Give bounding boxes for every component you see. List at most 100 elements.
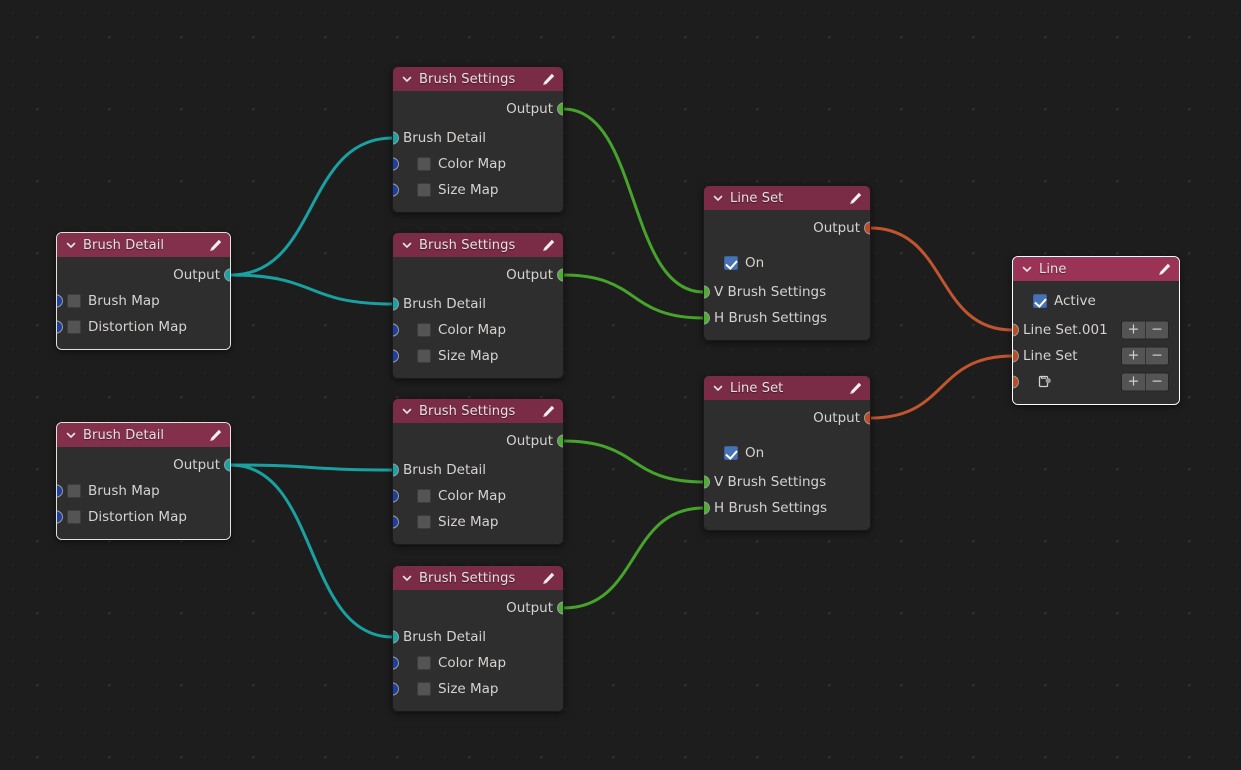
plus-button[interactable]: + bbox=[1122, 348, 1145, 365]
node-toggle-row-active[interactable]: Active bbox=[1013, 288, 1179, 314]
output-socket-green[interactable] bbox=[557, 103, 564, 116]
node-input-row-distortion-map[interactable]: Distortion Map bbox=[57, 314, 230, 340]
stepper-new-line-set[interactable]: + − bbox=[1121, 373, 1169, 392]
node-brush-settings-1[interactable]: Brush Settings Output Brush Detail Color… bbox=[392, 66, 564, 213]
chevron-down-icon[interactable] bbox=[401, 239, 413, 251]
node-input-row-new-line-set[interactable]: + − bbox=[1013, 369, 1179, 395]
input-socket-green[interactable] bbox=[703, 286, 710, 299]
input-socket-blue[interactable] bbox=[392, 683, 399, 696]
plus-button[interactable]: + bbox=[1122, 374, 1145, 391]
pencil-icon[interactable] bbox=[541, 72, 556, 87]
chevron-down-icon[interactable] bbox=[65, 429, 77, 441]
node-input-row-brush-map[interactable]: Brush Map bbox=[57, 478, 230, 504]
node-output-row[interactable]: Output bbox=[393, 262, 563, 288]
input-socket-blue[interactable] bbox=[392, 324, 399, 337]
checkbox-distortion-map[interactable] bbox=[67, 510, 81, 524]
pencil-icon[interactable] bbox=[541, 238, 556, 253]
node-input-row-brush-detail[interactable]: Brush Detail bbox=[393, 125, 563, 151]
input-socket-orange[interactable] bbox=[1012, 350, 1019, 363]
input-socket-blue[interactable] bbox=[392, 490, 399, 503]
node-input-row-size-map[interactable]: Size Map bbox=[393, 343, 563, 369]
stepper-line-set-001[interactable]: + − bbox=[1121, 321, 1169, 340]
node-input-row-brush-detail[interactable]: Brush Detail bbox=[393, 457, 563, 483]
input-socket-teal[interactable] bbox=[392, 631, 399, 644]
output-socket-orange[interactable] bbox=[864, 222, 871, 235]
minus-button[interactable]: − bbox=[1145, 374, 1168, 391]
pencil-icon[interactable] bbox=[208, 428, 223, 443]
output-socket-orange[interactable] bbox=[864, 412, 871, 425]
node-brush-settings-3[interactable]: Brush Settings Output Brush Detail Color… bbox=[392, 398, 564, 545]
node-brush-detail-2[interactable]: Brush Detail Output Brush Map Distortion… bbox=[56, 422, 231, 540]
node-input-row-h-brush-settings[interactable]: H Brush Settings bbox=[704, 305, 870, 331]
checkbox-size-map[interactable] bbox=[417, 682, 431, 696]
input-socket-blue[interactable] bbox=[392, 158, 399, 171]
checkbox-brush-map[interactable] bbox=[67, 294, 81, 308]
chevron-down-icon[interactable] bbox=[401, 572, 413, 584]
checkbox-on[interactable] bbox=[724, 446, 738, 460]
node-output-row[interactable]: Output bbox=[704, 405, 870, 431]
node-input-row-distortion-map[interactable]: Distortion Map bbox=[57, 504, 230, 530]
node-line[interactable]: Line Active Line Set.001 + − bbox=[1012, 256, 1180, 405]
input-socket-blue[interactable] bbox=[392, 184, 399, 197]
node-header[interactable]: Brush Settings bbox=[393, 67, 563, 91]
node-brush-settings-2[interactable]: Brush Settings Output Brush Detail Color… bbox=[392, 232, 564, 379]
input-socket-teal[interactable] bbox=[392, 132, 399, 145]
pencil-icon[interactable] bbox=[541, 404, 556, 419]
node-output-row[interactable]: Output bbox=[393, 428, 563, 454]
node-input-row-line-set[interactable]: Line Set + − bbox=[1013, 343, 1179, 369]
input-socket-green[interactable] bbox=[703, 502, 710, 515]
output-socket-teal[interactable] bbox=[224, 269, 231, 282]
pencil-icon[interactable] bbox=[541, 571, 556, 586]
chevron-down-icon[interactable] bbox=[401, 405, 413, 417]
node-header[interactable]: Line Set bbox=[704, 376, 870, 400]
node-header[interactable]: Brush Detail bbox=[57, 233, 230, 257]
input-socket-teal[interactable] bbox=[392, 464, 399, 477]
node-brush-settings-4[interactable]: Brush Settings Output Brush Detail Color… bbox=[392, 565, 564, 712]
input-socket-orange[interactable] bbox=[1012, 376, 1019, 389]
node-header[interactable]: Line Set bbox=[704, 186, 870, 210]
input-socket-green[interactable] bbox=[703, 476, 710, 489]
minus-button[interactable]: − bbox=[1145, 322, 1168, 339]
checkbox-size-map[interactable] bbox=[417, 349, 431, 363]
checkbox-color-map[interactable] bbox=[417, 323, 431, 337]
pencil-icon[interactable] bbox=[208, 238, 223, 253]
chevron-down-icon[interactable] bbox=[65, 239, 77, 251]
node-output-row[interactable]: Output bbox=[393, 595, 563, 621]
input-socket-blue[interactable] bbox=[392, 350, 399, 363]
output-socket-green[interactable] bbox=[557, 269, 564, 282]
node-toggle-row-on[interactable]: On bbox=[704, 250, 870, 276]
checkbox-on[interactable] bbox=[724, 256, 738, 270]
node-input-row-brush-detail[interactable]: Brush Detail bbox=[393, 291, 563, 317]
node-input-row-size-map[interactable]: Size Map bbox=[393, 676, 563, 702]
node-input-row-color-map[interactable]: Color Map bbox=[393, 483, 563, 509]
checkbox-size-map[interactable] bbox=[417, 515, 431, 529]
checkbox-color-map[interactable] bbox=[417, 157, 431, 171]
checkbox-size-map[interactable] bbox=[417, 183, 431, 197]
node-input-row-brush-detail[interactable]: Brush Detail bbox=[393, 624, 563, 650]
input-socket-blue[interactable] bbox=[392, 657, 399, 670]
node-input-row-size-map[interactable]: Size Map bbox=[393, 509, 563, 535]
output-socket-teal[interactable] bbox=[224, 459, 231, 472]
node-header[interactable]: Line bbox=[1013, 257, 1179, 281]
input-socket-blue[interactable] bbox=[56, 295, 63, 308]
output-socket-green[interactable] bbox=[557, 602, 564, 615]
checkbox-active[interactable] bbox=[1033, 294, 1047, 308]
node-input-row-color-map[interactable]: Color Map bbox=[393, 151, 563, 177]
chevron-down-icon[interactable] bbox=[712, 382, 724, 394]
input-socket-orange[interactable] bbox=[1012, 324, 1019, 337]
node-header[interactable]: Brush Settings bbox=[393, 566, 563, 590]
node-input-row-h-brush-settings[interactable]: H Brush Settings bbox=[704, 495, 870, 521]
node-input-row-v-brush-settings[interactable]: V Brush Settings bbox=[704, 469, 870, 495]
checkbox-color-map[interactable] bbox=[417, 656, 431, 670]
input-socket-green[interactable] bbox=[703, 312, 710, 325]
plus-button[interactable]: + bbox=[1122, 322, 1145, 339]
node-input-row-brush-map[interactable]: Brush Map bbox=[57, 288, 230, 314]
node-toggle-row-on[interactable]: On bbox=[704, 440, 870, 466]
node-header[interactable]: Brush Settings bbox=[393, 233, 563, 257]
chevron-down-icon[interactable] bbox=[1021, 263, 1033, 275]
chevron-down-icon[interactable] bbox=[401, 73, 413, 85]
input-socket-blue[interactable] bbox=[56, 321, 63, 334]
input-socket-blue[interactable] bbox=[392, 516, 399, 529]
input-socket-teal[interactable] bbox=[392, 298, 399, 311]
node-header[interactable]: Brush Settings bbox=[393, 399, 563, 423]
